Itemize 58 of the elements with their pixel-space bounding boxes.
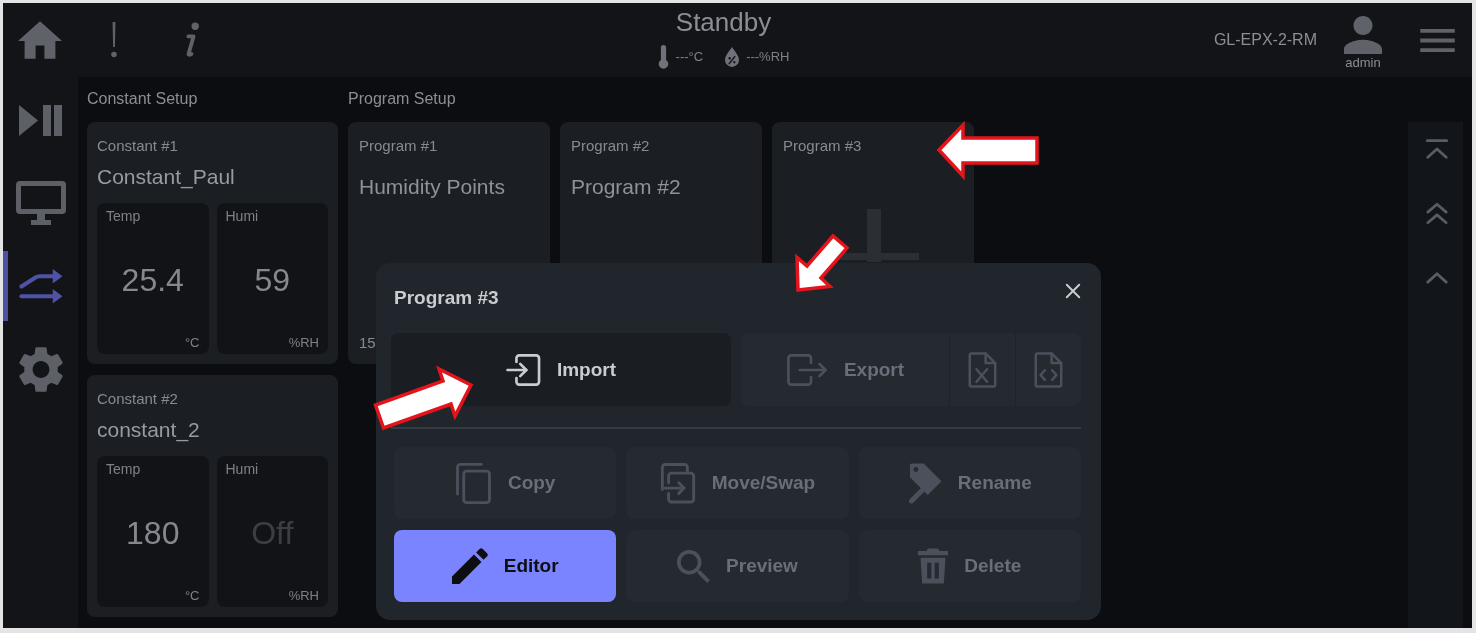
chevron-up-icon[interactable] bbox=[1424, 271, 1449, 284]
dialog-title: Program #3 bbox=[394, 286, 499, 310]
settings-icon bbox=[18, 345, 63, 393]
temperature-reading: ---°C bbox=[675, 49, 704, 65]
annotation-arrow bbox=[795, 233, 850, 292]
import-icon bbox=[505, 353, 541, 386]
code-file-icon bbox=[1034, 351, 1063, 388]
reading-value: 25.4 bbox=[121, 262, 184, 298]
reading-value: 180 bbox=[126, 515, 180, 551]
home-icon[interactable] bbox=[18, 21, 62, 59]
menu-icon[interactable] bbox=[1420, 28, 1455, 52]
card-title: Constant #1 bbox=[97, 136, 178, 156]
reading-label: Temp bbox=[106, 460, 141, 479]
constant-name: constant_2 bbox=[97, 417, 200, 443]
reading-label: Humi bbox=[225, 207, 259, 226]
reading-value: 59 bbox=[254, 262, 291, 298]
arrows-icon bbox=[18, 267, 63, 305]
humidity-drop-icon bbox=[725, 47, 740, 67]
humidity-reading: ---%RH bbox=[746, 49, 790, 65]
reading-label: Temp bbox=[106, 207, 141, 226]
close-icon[interactable] bbox=[1065, 283, 1081, 299]
card-title: Constant #2 bbox=[97, 389, 178, 409]
move-icon bbox=[659, 462, 696, 504]
trash-icon bbox=[918, 548, 949, 584]
section-heading: Program Setup bbox=[348, 89, 456, 109]
play-pause-icon bbox=[19, 104, 62, 136]
program-name: Humidity Points bbox=[359, 174, 505, 200]
tag-pencil-icon bbox=[907, 462, 942, 504]
constant-name: Constant_Paul bbox=[97, 164, 235, 190]
thermometer-icon bbox=[657, 45, 669, 69]
double-chevron-up-icon[interactable] bbox=[1424, 202, 1449, 225]
pencil-icon bbox=[451, 548, 488, 584]
reading-unit: °C bbox=[184, 587, 200, 605]
editor-button[interactable]: Editor bbox=[394, 530, 617, 602]
search-icon bbox=[677, 549, 711, 583]
program-name: Program #2 bbox=[571, 174, 681, 200]
device-name: GL-EPX-2-RM bbox=[1213, 30, 1317, 50]
info-icon[interactable] bbox=[184, 22, 200, 58]
card-title: Program #2 bbox=[571, 136, 650, 156]
monitor-icon bbox=[15, 181, 66, 225]
status-text: Standby bbox=[675, 7, 772, 37]
scroll-top-icon[interactable] bbox=[1424, 138, 1449, 160]
reading-unit: %RH bbox=[288, 587, 319, 605]
user-name: admin bbox=[1345, 55, 1381, 70]
import-button[interactable]: Import bbox=[391, 333, 731, 406]
copy-icon bbox=[454, 462, 492, 504]
reading-unit: °C bbox=[184, 334, 200, 352]
reading-label: Humi bbox=[225, 460, 259, 479]
reading-unit: %RH bbox=[288, 334, 319, 352]
file-x-icon bbox=[968, 351, 997, 388]
constant-card[interactable]: Constant #1 Constant_Paul Temp 25.4 °C Humi 59 %RH bbox=[87, 122, 338, 364]
user-icon[interactable] bbox=[1343, 16, 1383, 54]
alert-icon[interactable] bbox=[110, 22, 118, 58]
card-title: Program #3 bbox=[783, 136, 862, 156]
export-icon bbox=[785, 353, 828, 386]
program-detail-text: 15 bbox=[359, 333, 376, 353]
card-title: Program #1 bbox=[359, 136, 438, 156]
section-heading: Constant Setup bbox=[87, 89, 198, 109]
